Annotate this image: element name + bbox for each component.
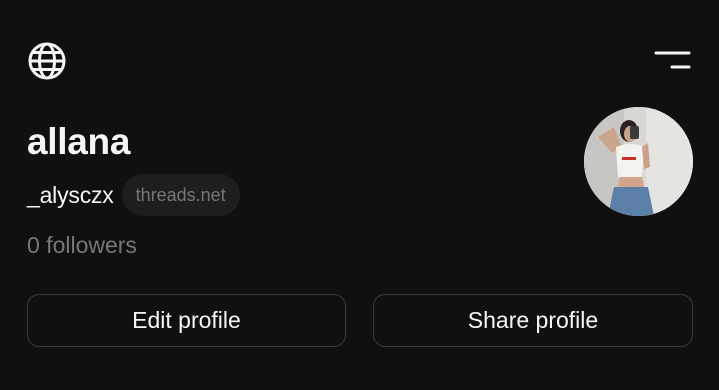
- profile-display-name: allana: [27, 121, 131, 162]
- edit-profile-button[interactable]: Edit profile: [27, 294, 346, 347]
- followers-count[interactable]: 0 followers: [27, 230, 137, 260]
- globe-icon: [28, 42, 66, 80]
- profile-username: _alysczx: [27, 182, 114, 208]
- avatar[interactable]: [584, 107, 693, 216]
- threads-domain-badge[interactable]: threads.net: [121, 174, 240, 216]
- share-profile-button[interactable]: Share profile: [373, 294, 693, 347]
- language-button[interactable]: [26, 40, 68, 82]
- menu-icon: [654, 51, 691, 69]
- menu-button[interactable]: [651, 47, 693, 75]
- profile-photo: [584, 107, 693, 216]
- profile-handle-row: _alysczx threads.net: [27, 174, 240, 216]
